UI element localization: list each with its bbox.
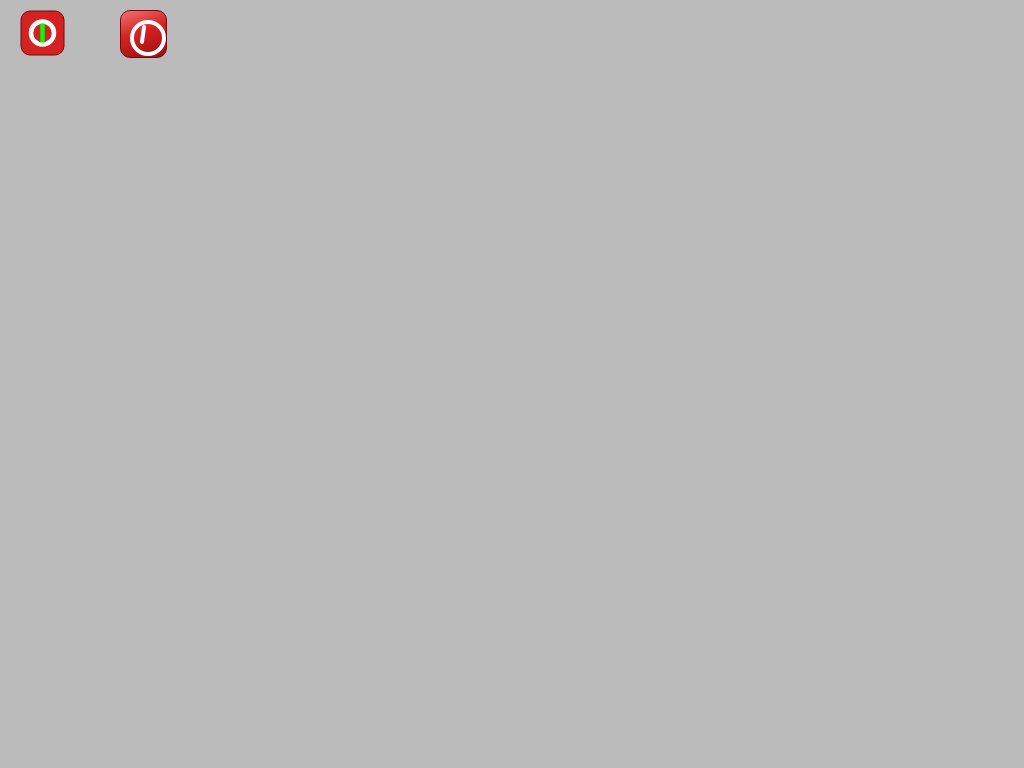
exit-icon-svg [20, 10, 65, 56]
exit-icon-css [120, 10, 167, 58]
